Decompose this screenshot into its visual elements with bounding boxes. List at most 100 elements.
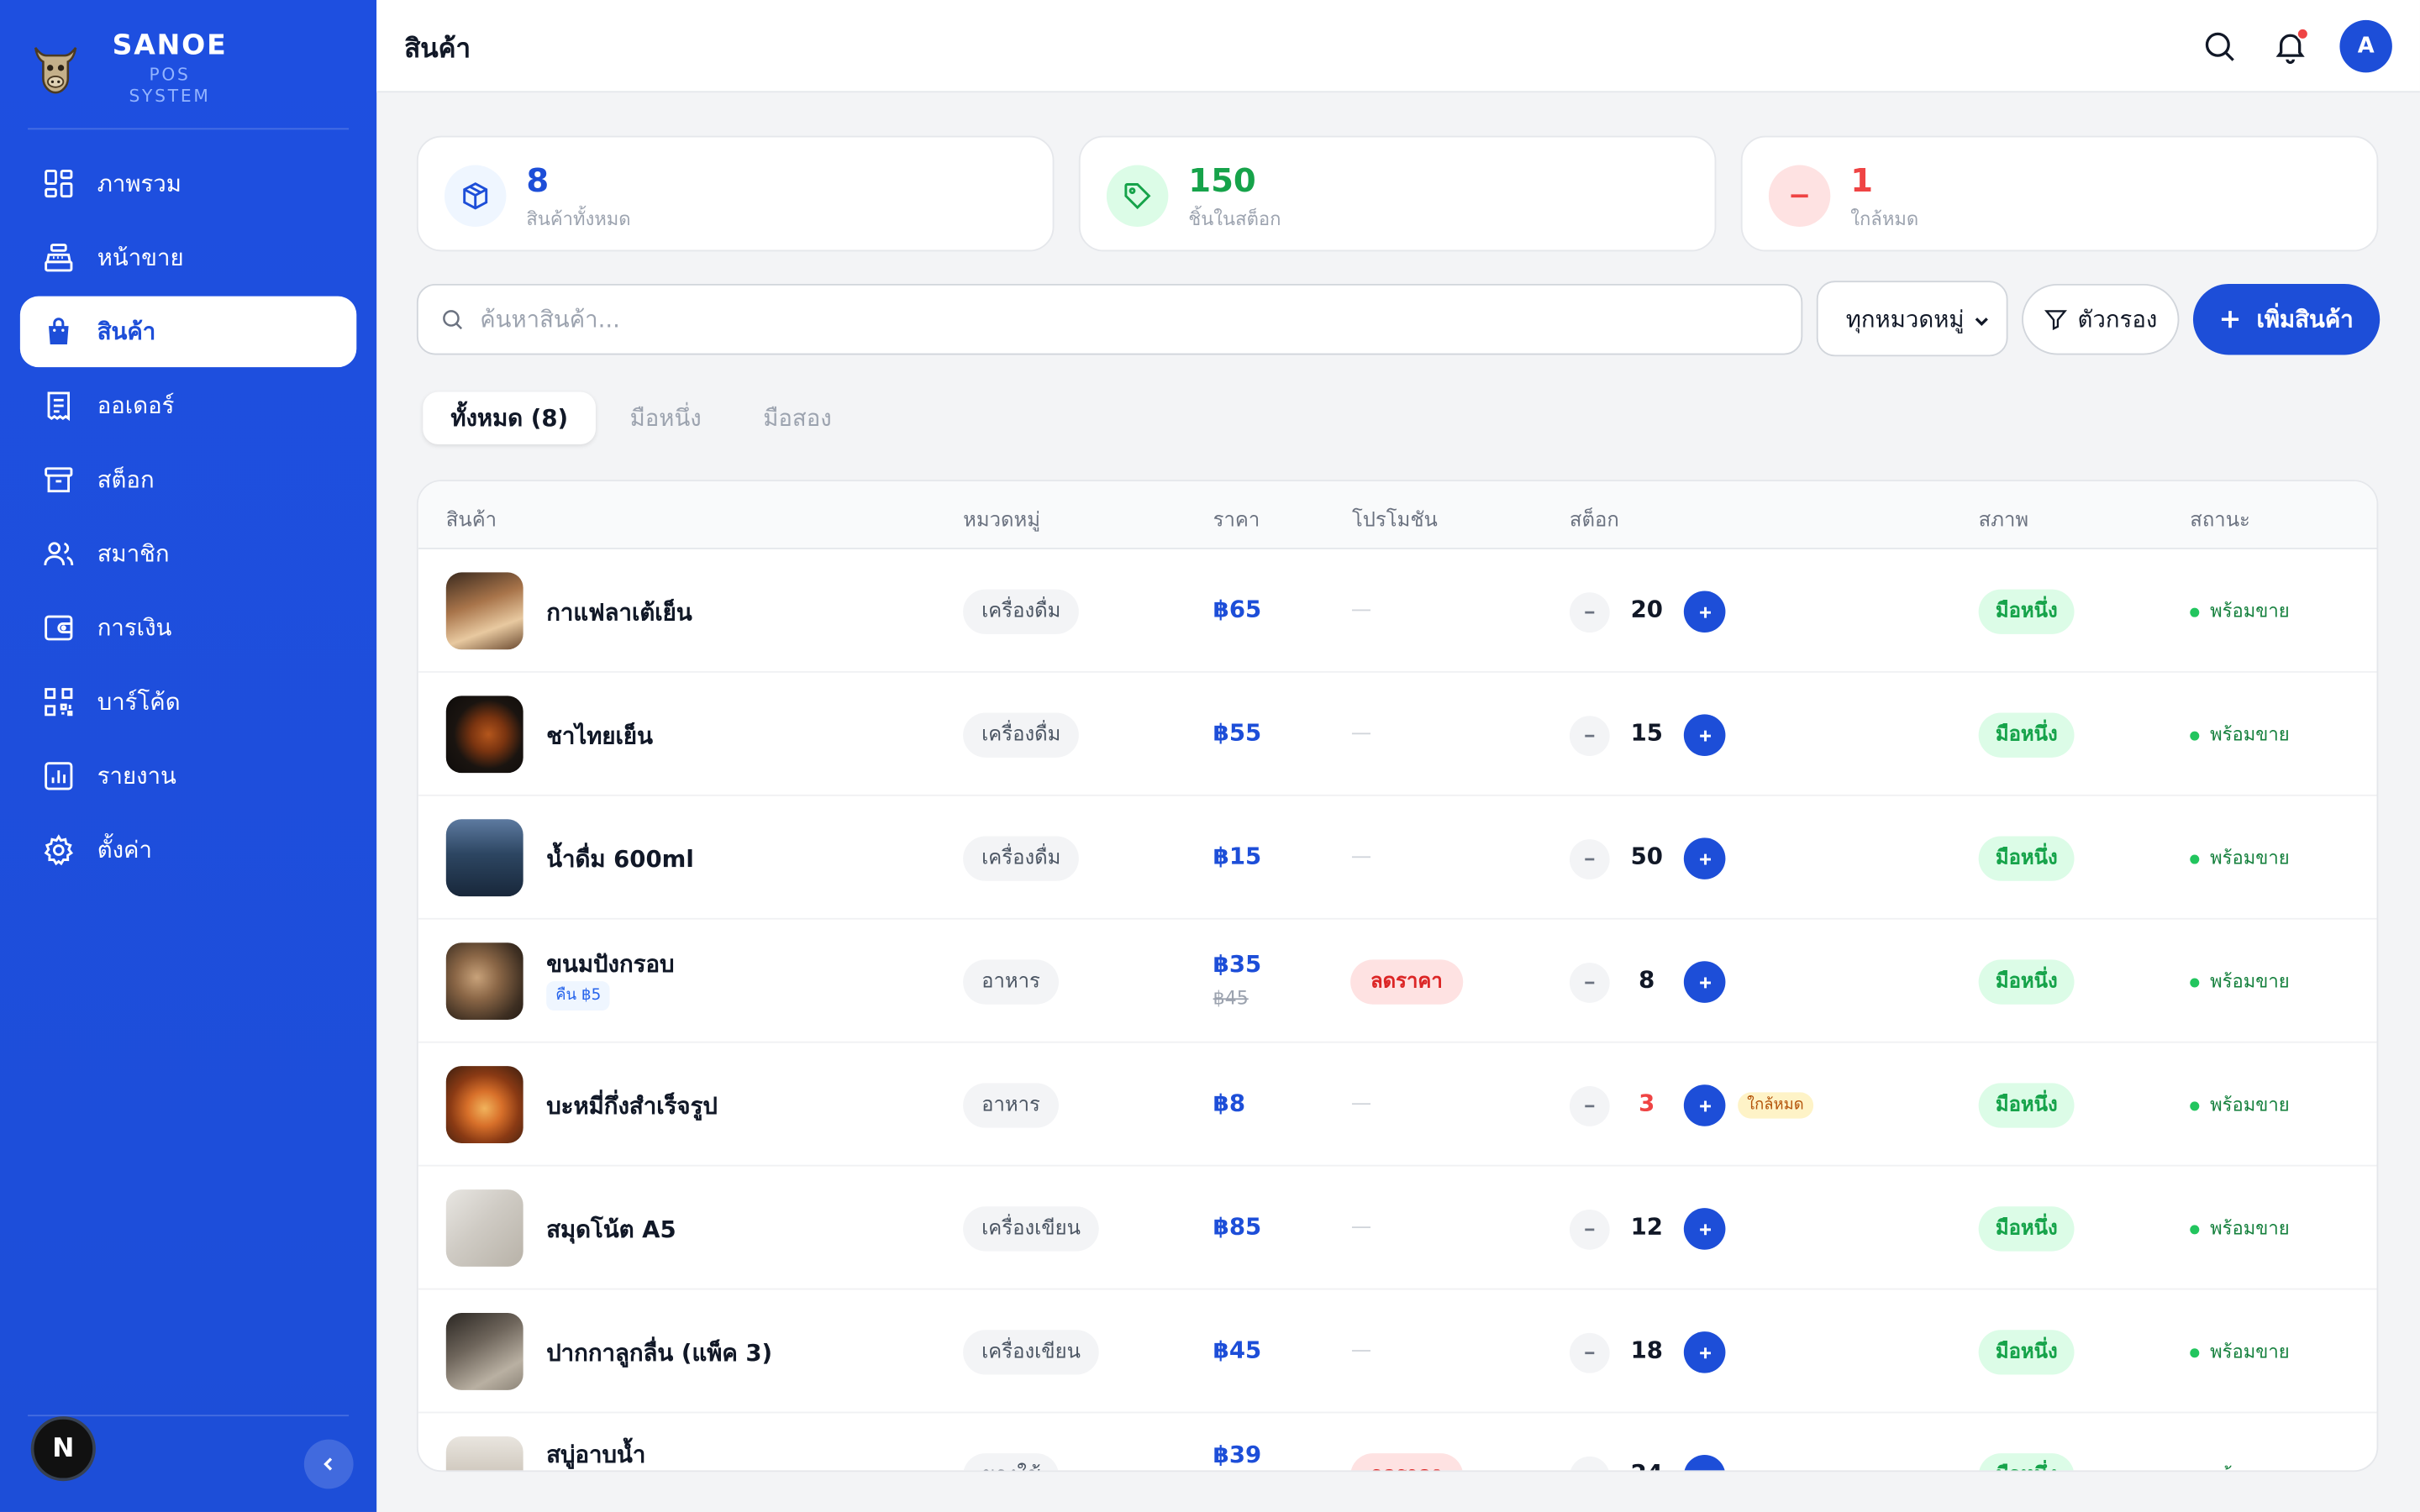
table-row[interactable]: ชาไทยเย็น เครื่องดื่ม ฿55 15 มือหนึ่ง พร… [418,673,2377,796]
product-name: ชาไทยเย็น [546,722,653,750]
table-row[interactable]: ขนมปังกรอบ คืน ฿5 อาหาร ฿35 ฿45 ลดราคา 8… [418,920,2377,1043]
sidebar-item-stock[interactable]: สต็อก [20,444,356,515]
stock-decrease-button[interactable] [1569,1086,1610,1126]
table-row[interactable]: สบู่อาบน้ำ ของใช้ ฿39 ลดราคา 24 มือหนึ่ง… [418,1413,2377,1472]
status-indicator: พร้อมขาย [2190,1214,2290,1243]
sidebar-item-reports[interactable]: รายงาน [20,741,356,811]
stock-quantity: 8 [1639,965,1655,994]
stock-decrease-button[interactable] [1569,839,1610,879]
brand-name: SANOE [112,28,228,61]
stock-decrease-button[interactable] [1569,1209,1610,1250]
sidebar-item-barcode[interactable]: บาร์โค้ด [20,666,356,737]
stat-card-stock-units: 150 ชิ้นในสต็อก [1078,135,1717,252]
table-row[interactable]: น้ำดื่ม 600ml เครื่องดื่ม ฿15 50 มือหนึ่… [418,796,2377,920]
product-price: ฿39 [1213,1441,1262,1469]
add-product-label: เพิ่มสินค้า [2256,305,2354,333]
status-indicator: พร้อมขาย [2190,968,2290,997]
sidebar-item-pos[interactable]: หน้าขาย [20,222,356,292]
plus-icon [1699,853,1711,864]
product-name: น้ำดื่ม 600ml [546,845,694,874]
column-header-promotion: โปรโมชัน [1351,509,1438,533]
stock-increase-button[interactable] [1683,961,1726,1003]
plus-icon [1699,606,1711,617]
user-avatar[interactable]: A [2339,19,2392,73]
tab-all[interactable]: ทั้งหมด (8) [423,391,597,444]
stock-increase-button[interactable] [1683,1331,1726,1373]
stock-quantity: 12 [1630,1212,1663,1241]
sidebar-item-members[interactable]: สมาชิก [20,518,356,589]
column-header-price: ราคา [1213,509,1260,533]
sidebar-item-finance[interactable]: การเงิน [20,592,356,663]
sidebar-item-label: หน้าขาย [97,244,184,272]
sidebar-item-products[interactable]: สินค้า [19,296,357,368]
stock-increase-button[interactable] [1683,837,1726,879]
stock-quantity: 20 [1630,595,1663,624]
stock-increase-button[interactable] [1683,1084,1726,1126]
category-select[interactable]: ทุกหมวดหมู่ [1816,281,2008,357]
plus-icon [1699,729,1711,741]
condition-badge: มือหนึ่ง [1978,959,2075,1005]
promo-empty [1351,1103,1370,1105]
minus-icon [1585,1228,1595,1231]
search-box [416,283,1803,355]
sidebar-item-overview[interactable]: ภาพรวม [20,148,356,218]
sidebar-item-label: ภาพรวม [97,170,182,198]
stock-decrease-button[interactable] [1569,1332,1610,1373]
status-dot [2190,1100,2200,1110]
bar-chart-icon [45,762,73,790]
stock-increase-button[interactable] [1683,591,1726,633]
stock-increase-button[interactable] [1683,1455,1726,1471]
stat-card-low-stock: 1 ใกล้หมด [1740,135,2379,252]
minus-icon [1585,734,1595,738]
status-label: พร้อมขาย [2210,970,2290,992]
sidebar-item-orders[interactable]: ออเดอร์ [20,370,356,441]
stock-increase-button[interactable] [1683,1208,1726,1250]
sidebar-item-label: รายงาน [97,762,176,790]
archive-box-icon [45,467,73,493]
column-header-condition: สภาพ [1978,509,2029,533]
stock-decrease-button[interactable] [1569,1456,1610,1471]
brand[interactable]: SANOE POS SYSTEM [31,29,234,106]
plus-icon [1699,976,1711,988]
filter-button[interactable]: ตัวกรอง [2022,283,2180,355]
stock-decrease-button[interactable] [1569,963,1610,1003]
sidebar-item-label: สต็อก [97,465,155,494]
product-thumbnail [445,572,523,650]
qr-code-icon [45,688,73,717]
stat-label: สินค้าทั้งหมด [526,207,631,230]
status-dot [2190,1471,2199,1472]
stock-quantity: 50 [1630,842,1663,870]
status-label: พร้อมขาย [2210,723,2290,746]
tag-icon [1124,183,1151,210]
column-header-category: หมวดหมู่ [963,509,1040,533]
sidebar-collapse-button[interactable] [303,1439,354,1489]
sidebar-item-label: สินค้า [97,318,156,346]
status-dot [2190,1224,2200,1234]
search-icon[interactable] [2201,28,2238,65]
table-row[interactable]: กาแฟลาเต้เย็น เครื่องดื่ม ฿65 20 มือหนึ่… [418,549,2377,673]
footer-avatar[interactable]: N [30,1416,96,1482]
tab-new[interactable]: มือหนึ่ง [602,392,729,444]
table-row[interactable]: ปากกาลูกลื่น (แพ็ค 3) เครื่องเขียน ฿45 1… [418,1289,2377,1414]
stock-decrease-button[interactable] [1569,592,1610,633]
search-input[interactable] [480,305,1746,333]
stock-increase-button[interactable] [1683,714,1726,756]
minus-icon [1585,858,1595,861]
table-row[interactable]: บะหมี่กึ่งสำเร็จรูป อาหาร ฿8 3 ใกล้หมด ม… [418,1043,2377,1167]
sidebar-item-settings[interactable]: ตั้งค่า [20,815,356,885]
column-header-product: สินค้า [445,509,497,533]
product-price: ฿65 [1213,595,1262,624]
status-label: พร้อมขาย [2210,600,2290,622]
product-name: สบู่อาบน้ำ [546,1441,646,1469]
status-dot [2190,606,2200,617]
tab-used[interactable]: มือสอง [735,392,860,444]
column-header-status: สถานะ [2190,509,2250,533]
brand-text: SANOE POS SYSTEM [105,29,234,108]
stock-decrease-button[interactable] [1569,716,1610,756]
add-product-button[interactable]: เพิ่มสินค้า [2192,283,2381,355]
cube-icon [463,182,488,210]
product-thumbnail [445,942,523,1021]
table-row[interactable]: สมุดโน้ต A5 เครื่องเขียน ฿85 12 มือหนึ่ง… [418,1167,2377,1290]
users-icon [44,542,74,565]
filter-label: ตัวกรอง [2077,305,2158,333]
